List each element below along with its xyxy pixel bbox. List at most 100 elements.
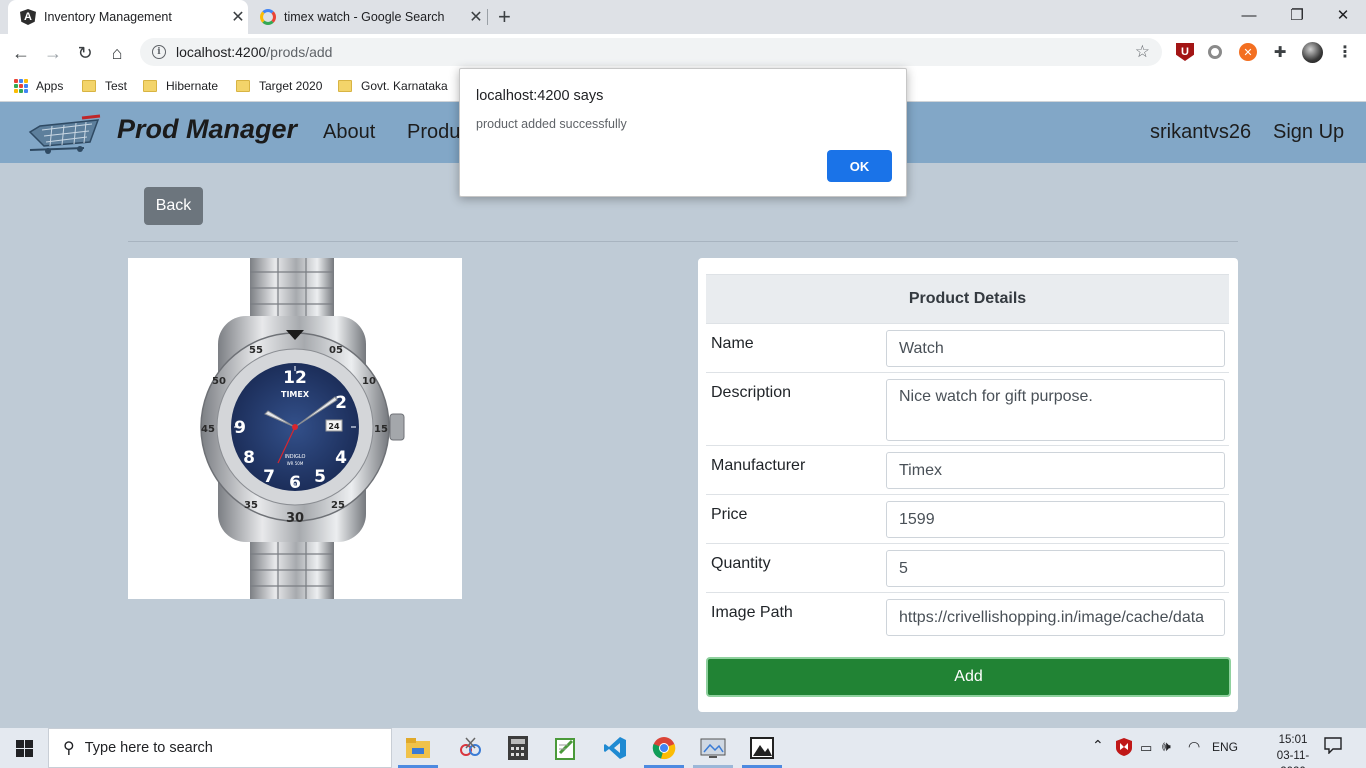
windows-start-icon[interactable]	[0, 728, 48, 768]
minimize-button[interactable]: —	[1226, 0, 1272, 30]
menu-kebab-icon[interactable]: ⋮	[1336, 43, 1354, 61]
field-label: Name	[711, 335, 754, 352]
tray-chevron-up-icon[interactable]: ⌃	[1092, 737, 1104, 754]
ok-button[interactable]: OK	[827, 150, 892, 182]
calculator-icon[interactable]	[503, 734, 533, 762]
folder-icon	[236, 80, 250, 92]
product-image: 55 05 10 15 25 30 35 45 50 12 2 4 5 6 7 …	[128, 258, 462, 599]
manufacturer-input[interactable]	[886, 452, 1225, 489]
tab-google-search[interactable]: timex watch - Google Search ✕	[250, 0, 486, 34]
bezel-number: 05	[329, 345, 343, 356]
search-placeholder: Type here to search	[84, 740, 213, 756]
nav-sign-up[interactable]: Sign Up	[1273, 121, 1344, 144]
bookmark-hibernate[interactable]: Hibernate	[143, 77, 218, 95]
nav-products[interactable]: Produ	[407, 121, 460, 144]
bookmark-label: Apps	[36, 79, 64, 93]
address-bar[interactable]: i localhost:4200/prods/add ☆	[140, 38, 1162, 66]
taskbar-search[interactable]: ⚲ Type here to search	[48, 728, 392, 768]
add-button[interactable]: Add	[706, 657, 1231, 697]
volume-icon[interactable]: 🕪	[1162, 738, 1171, 755]
brand-title[interactable]: Prod Manager	[117, 114, 297, 145]
notifications-icon[interactable]	[1324, 736, 1342, 757]
notepad-plus-icon[interactable]	[551, 734, 581, 762]
battery-icon[interactable]: ▭	[1140, 740, 1152, 756]
restore-button[interactable]: ❐	[1274, 0, 1320, 30]
tab-strip: A Inventory Management ✕ timex watch - G…	[0, 0, 1366, 34]
field-label: Quantity	[711, 555, 771, 572]
vscode-icon[interactable]	[600, 734, 630, 762]
site-info-icon[interactable]: i	[152, 45, 166, 59]
new-tab-button[interactable]: +	[498, 4, 511, 30]
image-path-input[interactable]	[886, 599, 1225, 636]
extensions-puzzle-icon[interactable]: ✚	[1271, 43, 1289, 61]
taskbar-clock[interactable]: 15:01 03-11-2020	[1268, 732, 1318, 768]
form-row-image-path: Image Path	[706, 593, 1229, 642]
folder-icon	[82, 80, 96, 92]
mcafee-shield-icon[interactable]	[1116, 738, 1132, 759]
chrome-icon[interactable]	[649, 734, 679, 762]
dial-number: 7	[263, 467, 275, 487]
name-input[interactable]	[886, 330, 1225, 367]
folder-icon	[338, 80, 352, 92]
field-label: Manufacturer	[711, 457, 806, 474]
bookmark-label: Test	[105, 79, 128, 93]
back-button[interactable]: Back	[144, 187, 203, 225]
field-label: Price	[711, 506, 748, 523]
dialog-message: product added successfully	[476, 117, 627, 131]
dial-number: 12	[283, 368, 307, 388]
shopping-cart-logo-icon[interactable]	[28, 112, 102, 156]
close-tab-icon[interactable]: ✕	[466, 7, 486, 27]
bookmark-label: Govt. Karnataka	[361, 79, 448, 93]
description-textarea[interactable]: Nice watch for gift purpose.	[886, 379, 1225, 441]
url-text: localhost:4200/prods/add	[176, 44, 333, 60]
photos-icon[interactable]	[747, 734, 777, 762]
bezel-number: 10	[362, 376, 376, 387]
dial-water-resist: WR 50M	[287, 461, 304, 466]
bezel-number: 45	[201, 424, 215, 435]
dial-number: 6	[289, 473, 301, 493]
file-explorer-icon[interactable]	[403, 734, 433, 762]
close-tab-icon[interactable]: ✕	[228, 7, 248, 27]
form-row-name: Name	[706, 324, 1229, 373]
reload-icon[interactable]: ↻	[72, 40, 98, 66]
clock-time: 15:01	[1278, 734, 1308, 746]
bookmark-target-2020[interactable]: Target 2020	[236, 77, 322, 95]
taskbar: ⚲ Type here to search ⌃ ▭ 🕪 ◠ ENG 15:01 …	[0, 728, 1366, 768]
back-arrow-icon[interactable]: ←	[8, 40, 34, 66]
bookmark-apps[interactable]: Apps	[14, 77, 63, 95]
wifi-icon[interactable]: ◠	[1188, 738, 1200, 755]
search-icon: ⚲	[63, 740, 75, 757]
bezel-number: 55	[249, 345, 263, 356]
dial-indiglo: INDIGLO	[285, 454, 306, 460]
forward-arrow-icon[interactable]: →	[40, 40, 66, 66]
ublock-extension-icon[interactable]: U	[1176, 43, 1194, 61]
home-icon[interactable]: ⌂	[104, 40, 130, 66]
nav-username[interactable]: srikantvs26	[1150, 121, 1251, 144]
tab-title: timex watch - Google Search	[284, 10, 445, 24]
quantity-input[interactable]	[886, 550, 1225, 587]
field-label: Description	[711, 384, 792, 401]
form-row-manufacturer: Manufacturer	[706, 446, 1229, 495]
nav-about[interactable]: About	[323, 121, 375, 144]
bookmark-label: Hibernate	[166, 79, 219, 93]
alert-dialog: localhost:4200 says product added succes…	[459, 68, 907, 197]
bookmark-star-icon[interactable]: ☆	[1135, 42, 1150, 62]
price-input[interactable]	[886, 501, 1225, 538]
dial-number: 2	[335, 393, 347, 413]
field-label: Image Path	[711, 604, 793, 621]
snipping-tool-icon[interactable]	[455, 734, 485, 762]
bezel-number: 15	[374, 424, 388, 435]
bookmark-test[interactable]: Test	[82, 77, 127, 95]
remote-desktop-icon[interactable]	[698, 734, 728, 762]
extension-circle-icon[interactable]	[1208, 45, 1222, 59]
dial-number: 4	[335, 448, 347, 468]
extension-orange-icon[interactable]: ✕	[1239, 43, 1257, 61]
date-window: 24	[328, 422, 340, 431]
clock-date: 03-11-2020	[1276, 750, 1310, 768]
bookmark-govt-karnataka[interactable]: Govt. Karnataka	[338, 77, 448, 95]
dial-number: 9	[234, 418, 246, 438]
close-window-button[interactable]: ✕	[1320, 0, 1366, 30]
profile-avatar[interactable]	[1302, 42, 1323, 63]
language-indicator[interactable]: ENG	[1212, 740, 1238, 754]
tab-inventory-management[interactable]: A Inventory Management ✕	[8, 0, 248, 34]
